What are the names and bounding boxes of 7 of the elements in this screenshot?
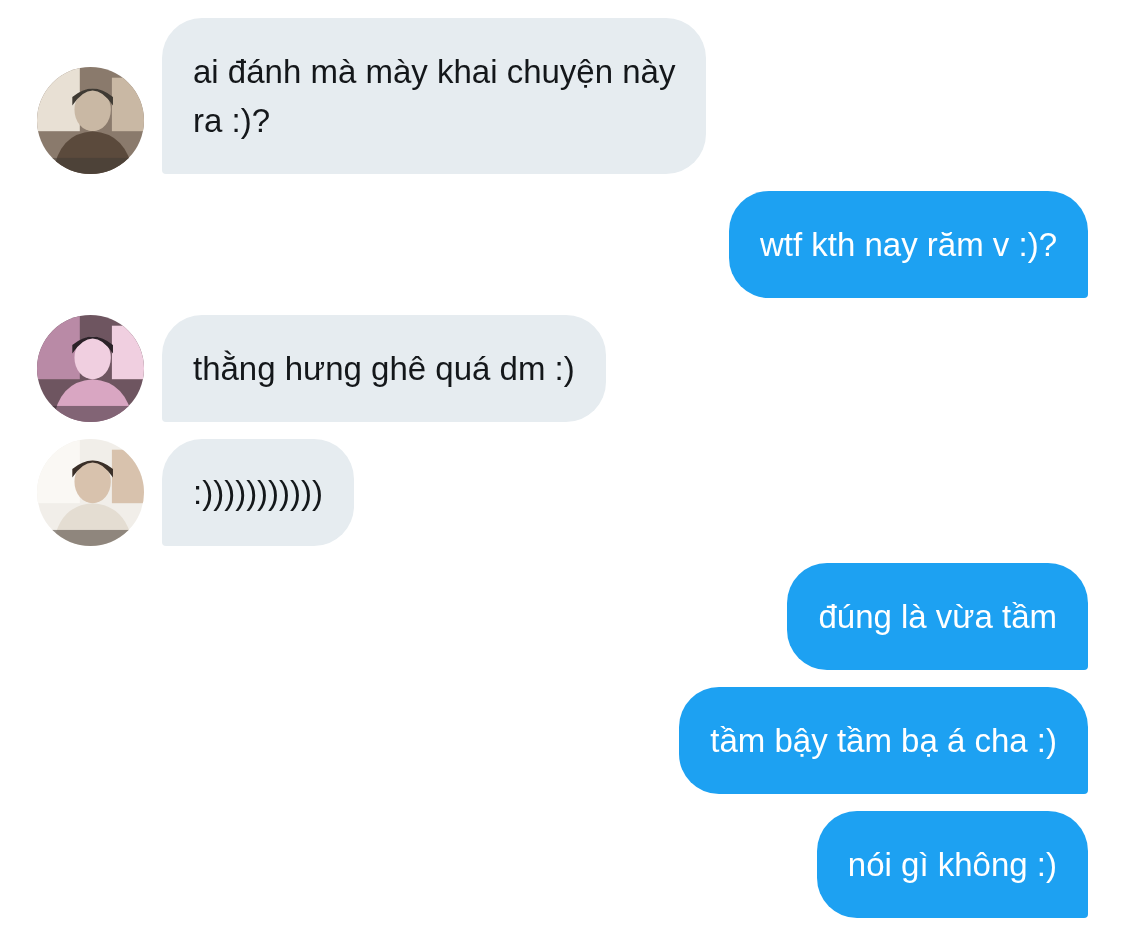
message-bubble: đúng là vừa tầm xyxy=(787,563,1088,670)
message-bubble: wtf kth nay răm v :)? xyxy=(728,191,1088,298)
message-bubble: tầm bậy tầm bạ á cha :) xyxy=(679,687,1088,794)
message-bubble: thằng hưng ghê quá dm :) xyxy=(162,315,606,422)
message-bubble: ai đánh mà mày khai chuyện này ra :)? xyxy=(162,18,707,174)
message-bubble: nói gì không :) xyxy=(816,811,1088,918)
message-bubble: :))))))))))) xyxy=(162,439,355,546)
